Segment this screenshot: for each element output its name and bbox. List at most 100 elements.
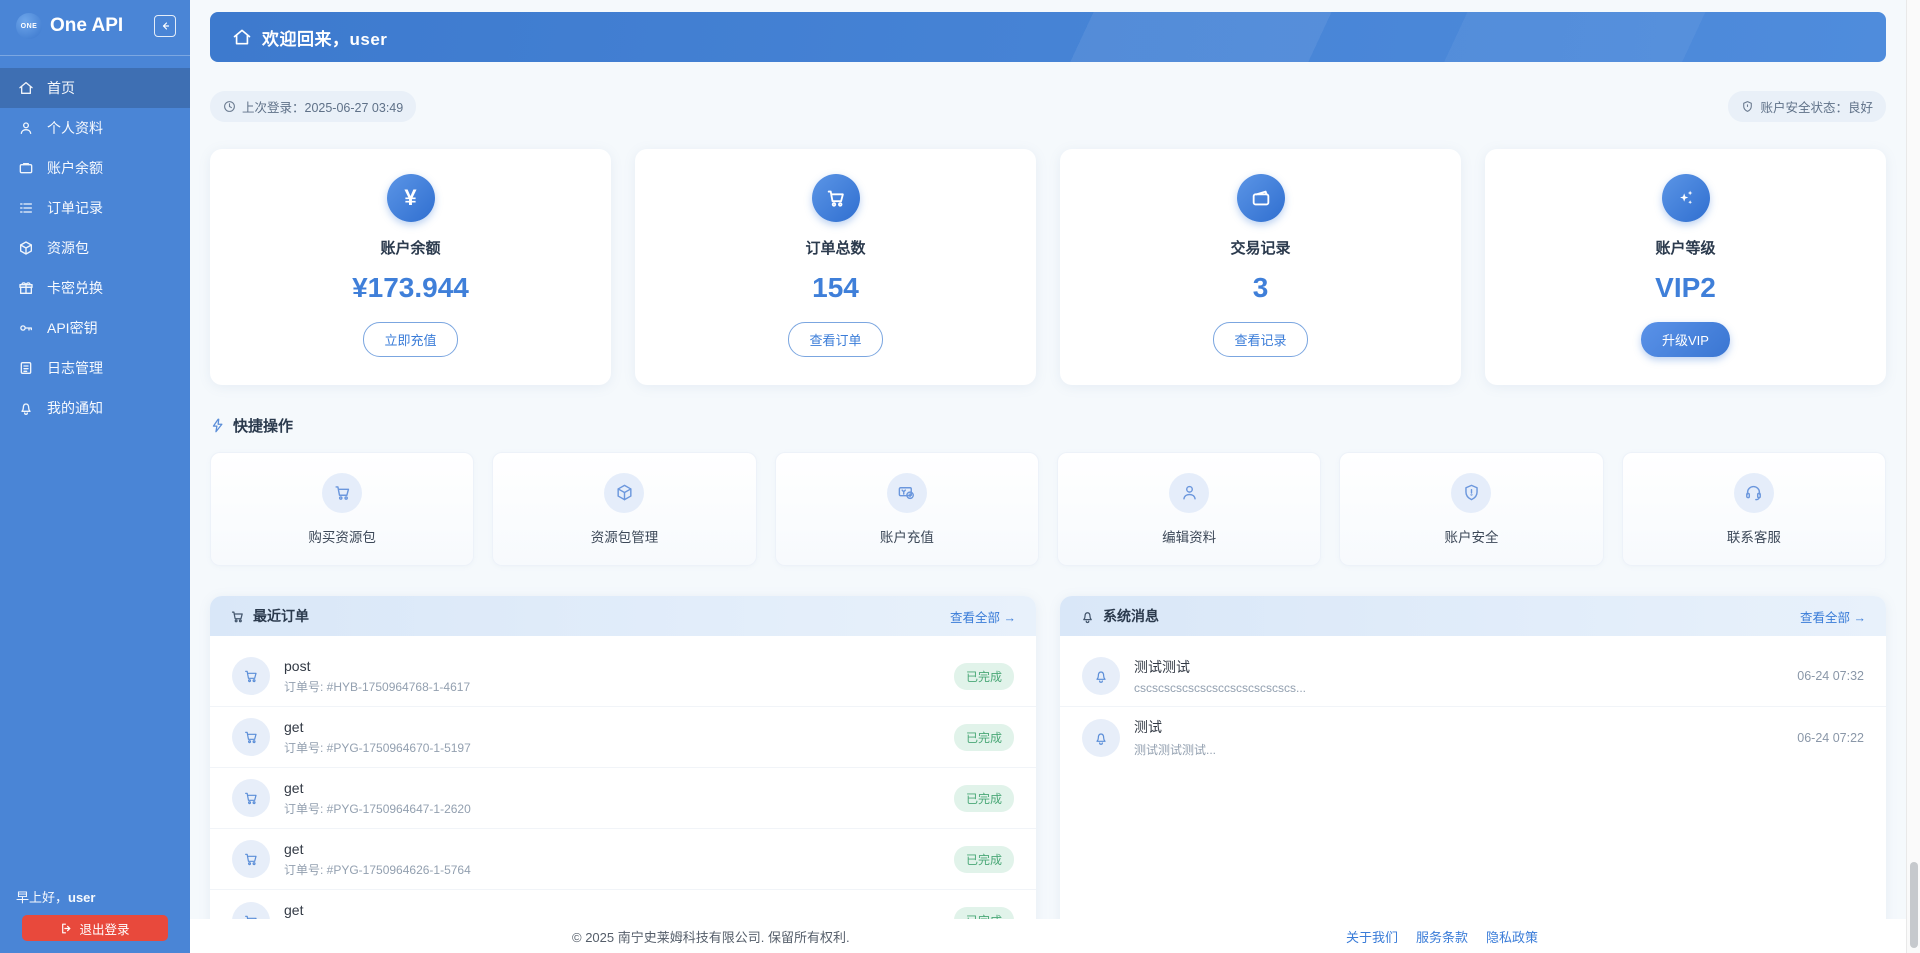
sidebar-item-logs[interactable]: 日志管理 (0, 348, 190, 388)
message-preview: 测试测试测试... (1134, 741, 1783, 758)
quick-action-label: 账户充值 (880, 526, 934, 546)
sidebar-item-notifications[interactable]: 我的通知 (0, 388, 190, 428)
recent-orders-panel: 最近订单 查看全部 → post订单号: #HYB-1750964768-1-4… (210, 596, 1036, 953)
message-preview: cscscscscscscsccscscscscscs... (1134, 681, 1783, 695)
list-icon (18, 200, 34, 216)
security-status-text: 账户安全状态：良好 (1760, 97, 1873, 116)
message-time: 06-24 07:22 (1797, 731, 1864, 745)
user-icon (18, 120, 34, 136)
stat-title: 订单总数 (651, 237, 1020, 258)
quick-action-label: 联系客服 (1727, 526, 1781, 546)
cart-icon (230, 609, 245, 624)
quick-action-label: 资源包管理 (591, 526, 659, 546)
home-icon (232, 27, 252, 47)
footer-link-terms[interactable]: 服务条款 (1416, 927, 1468, 946)
view-records-button[interactable]: 查看记录 (1213, 322, 1307, 357)
system-messages-title: 系统消息 (1103, 606, 1159, 626)
logout-label: 退出登录 (79, 919, 129, 938)
stat-card-level: 账户等级 VIP2 升级VIP (1485, 149, 1886, 385)
upgrade-vip-button[interactable]: 升级VIP (1641, 322, 1730, 357)
logout-button[interactable]: 退出登录 (22, 915, 168, 941)
footer-link-about[interactable]: 关于我们 (1346, 927, 1398, 946)
quick-action-manage-packages[interactable]: 资源包管理 (492, 452, 756, 566)
cart-icon (322, 473, 362, 513)
shield-icon (1451, 473, 1491, 513)
sidebar-item-label: 账户余额 (47, 158, 103, 178)
quick-action-recharge[interactable]: 账户充值 (775, 452, 1039, 566)
user-icon (1169, 473, 1209, 513)
order-row: post订单号: #HYB-1750964768-1-4617 已完成 (210, 646, 1036, 707)
order-number: 订单号: #PYG-1750964626-1-5764 (284, 861, 940, 878)
quick-action-edit-profile[interactable]: 编辑资料 (1057, 452, 1321, 566)
quick-action-support[interactable]: 联系客服 (1622, 452, 1886, 566)
cart-icon (232, 779, 270, 817)
greeting-text: 早上好， (16, 890, 68, 905)
system-messages-header: 系统消息 查看全部 → (1060, 596, 1886, 636)
order-number: 订单号: #PYG-1750964670-1-5197 (284, 739, 940, 756)
stat-card-transactions: 交易记录 3 查看记录 (1060, 149, 1461, 385)
order-name: get (284, 902, 940, 918)
logout-icon (60, 922, 73, 935)
sidebar-item-label: 资源包 (47, 238, 89, 258)
cart-icon (232, 718, 270, 756)
sidebar-item-home[interactable]: 首页 (0, 68, 190, 108)
quick-action-security[interactable]: 账户安全 (1339, 452, 1603, 566)
stat-value: 3 (1076, 272, 1445, 304)
footer-link-privacy[interactable]: 隐私政策 (1486, 927, 1538, 946)
banknote-icon (887, 473, 927, 513)
order-name: get (284, 719, 940, 735)
last-login-text: 上次登录：2025-06-27 03:49 (242, 97, 403, 116)
bell-icon (1082, 719, 1120, 757)
welcome-banner: 欢迎回来，user (210, 12, 1886, 62)
document-icon (18, 360, 34, 376)
package-icon (18, 240, 34, 256)
stat-title: 交易记录 (1076, 237, 1445, 258)
greeting: 早上好，user (16, 887, 174, 906)
order-number: 订单号: #HYB-1750964768-1-4617 (284, 678, 940, 695)
status-badge: 已完成 (954, 785, 1014, 812)
quick-action-buy-package[interactable]: 购买资源包 (210, 452, 474, 566)
greeting-username: user (68, 890, 95, 905)
lightning-icon (210, 418, 225, 433)
footer: © 2025 南宁史莱姆科技有限公司. 保留所有权利. 关于我们 服务条款 隐私… (190, 919, 1906, 953)
stat-value: 154 (651, 272, 1020, 304)
shield-icon (1741, 100, 1754, 113)
quick-action-label: 购买资源包 (308, 526, 376, 546)
order-row: get 订单号: #PYG-1750964670-1-5197 已完成 (210, 707, 1036, 768)
recharge-now-button[interactable]: 立即充值 (363, 322, 457, 357)
status-badge: 已完成 (954, 724, 1014, 751)
bell-icon (18, 400, 34, 416)
wallet-icon (18, 160, 34, 176)
quick-action-label: 账户安全 (1444, 526, 1498, 546)
sidebar-item-redeem[interactable]: 卡密兑换 (0, 268, 190, 308)
stat-value: ¥173.944 (226, 272, 595, 304)
quick-actions-title: 快捷操作 (233, 415, 293, 436)
cart-icon (812, 174, 860, 222)
sidebar-item-packages[interactable]: 资源包 (0, 228, 190, 268)
sidebar-item-orders[interactable]: 订单记录 (0, 188, 190, 228)
last-login-pill: 上次登录：2025-06-27 03:49 (210, 91, 416, 122)
window-scrollbar[interactable] (1906, 0, 1920, 953)
home-icon (18, 80, 34, 96)
sidebar-collapse-button[interactable] (154, 15, 176, 37)
logo-row: ONE One API (0, 0, 190, 51)
stat-title: 账户等级 (1501, 237, 1870, 258)
view-orders-button[interactable]: 查看订单 (788, 322, 882, 357)
stat-title: 账户余额 (226, 237, 595, 258)
order-name: get (284, 780, 940, 796)
cart-icon (232, 657, 270, 695)
message-row: 测试测试测试测试... 06-24 07:22 (1060, 707, 1886, 768)
order-row: get订单号: #PYG-1750964626-1-5764 已完成 (210, 829, 1036, 890)
sidebar-item-profile[interactable]: 个人资料 (0, 108, 190, 148)
security-status-pill: 账户安全状态：良好 (1728, 91, 1886, 122)
status-badge: 已完成 (954, 846, 1014, 873)
sidebar: ONE One API 首页 个人资料 账户余额 订单记录 资源包 卡密兑换 A… (0, 0, 190, 953)
sidebar-item-api-keys[interactable]: API密钥 (0, 308, 190, 348)
main-content: 欢迎回来，user 上次登录：2025-06-27 03:49 账户安全状态：良… (190, 0, 1920, 953)
scrollbar-thumb[interactable] (1910, 862, 1918, 948)
message-time: 06-24 07:32 (1797, 669, 1864, 683)
clock-icon (223, 100, 236, 113)
messages-view-all-link[interactable]: 查看全部 → (1800, 607, 1866, 626)
orders-view-all-link[interactable]: 查看全部 → (950, 607, 1016, 626)
sidebar-item-balance[interactable]: 账户余额 (0, 148, 190, 188)
